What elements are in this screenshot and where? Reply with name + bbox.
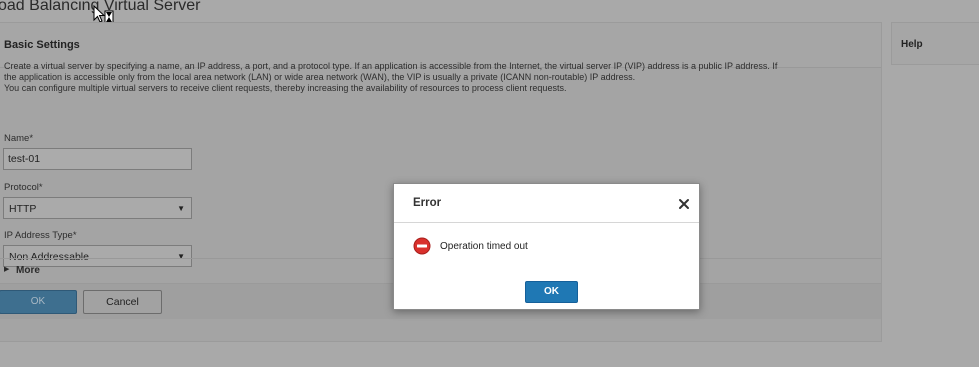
ip-address-type-label: IP Address Type* [4, 230, 77, 241]
cancel-button[interactable]: Cancel [83, 290, 162, 314]
protocol-select[interactable]: HTTP ▼ [3, 197, 192, 219]
description-line: You can configure multiple virtual serve… [4, 83, 567, 93]
chevron-down-icon: ▼ [177, 204, 185, 213]
more-label: More [16, 265, 40, 276]
panel-title: Basic Settings [4, 39, 80, 51]
dialog-title: Error [413, 197, 442, 209]
error-stop-icon [413, 237, 431, 255]
dialog-ok-button[interactable]: OK [525, 281, 578, 303]
close-icon[interactable] [677, 197, 691, 211]
help-label: Help [901, 39, 923, 50]
dialog-message: Operation timed out [440, 241, 528, 252]
description-text: Create a virtual server by specifying a … [4, 61, 874, 94]
triangle-right-icon: ▶ [4, 266, 10, 273]
error-dialog: Error Operation timed out OK [393, 183, 700, 310]
description-line: Create a virtual server by specifying a … [4, 61, 778, 71]
help-panel[interactable]: Help [891, 22, 979, 65]
name-label: Name* [4, 133, 34, 144]
name-input[interactable]: test-01 [3, 148, 192, 170]
protocol-value: HTTP [9, 203, 37, 215]
description-line: the application is accessible only from … [4, 72, 636, 82]
protocol-label: Protocol* [4, 182, 43, 193]
ok-button[interactable]: OK [0, 290, 77, 314]
dialog-header: Error [394, 184, 699, 223]
